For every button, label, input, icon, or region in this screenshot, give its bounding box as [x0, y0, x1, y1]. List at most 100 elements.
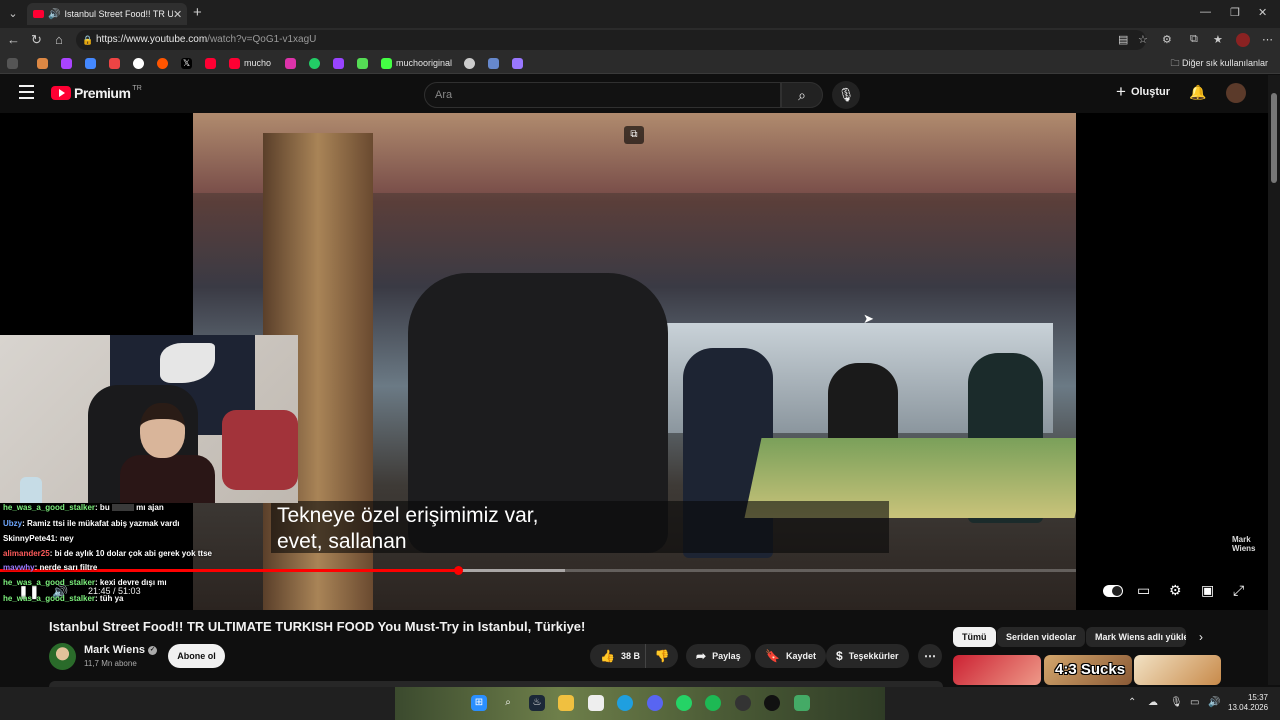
favorite-star-icon[interactable]: ☆ [1138, 33, 1148, 46]
miniplayer-icon[interactable]: ⧉ [624, 126, 644, 144]
browser-tab-youtube[interactable]: 🔊 Istanbul Street Food!! TR ULTIM ✕ [27, 3, 187, 25]
chips-next-chevron-icon[interactable]: › [1199, 630, 1203, 644]
create-button[interactable]: + Oluştur [1116, 83, 1170, 100]
split-screen-icon[interactable]: ⧉ [1190, 33, 1198, 46]
subscribe-button[interactable]: Abone ol [168, 644, 225, 668]
notifications-bell-icon[interactable]: 🔔 [1189, 84, 1206, 101]
edge-icon[interactable] [617, 695, 633, 711]
like-button[interactable]: 👍 38 B [590, 644, 646, 668]
extensions-icon[interactable]: ⚙ [1162, 33, 1172, 46]
discord-icon[interactable] [647, 695, 663, 711]
obs-icon[interactable] [735, 695, 751, 711]
app-icon[interactable] [794, 695, 810, 711]
whatsapp-icon[interactable] [676, 695, 692, 711]
spotify-icon[interactable] [705, 695, 721, 711]
system-clock[interactable]: 15:37 13.04.2026 [1228, 693, 1268, 713]
network-icon[interactable]: ▭ [1190, 697, 1199, 708]
tray-chevron-icon[interactable]: ⌃ [1128, 697, 1136, 708]
page-scrollbar[interactable] [1268, 75, 1280, 685]
x-bookmark-icon[interactable]: 𝕏 [181, 56, 196, 70]
restore-icon[interactable]: ❐ [1230, 6, 1240, 19]
chip-all[interactable]: Tümü [953, 627, 996, 647]
notepad-icon[interactable] [588, 695, 604, 711]
chip-channel-uploads[interactable]: Mark Wiens adlı yükle [1086, 627, 1186, 647]
back-arrow-icon[interactable]: ← [7, 32, 20, 48]
reload-icon[interactable]: ↻ [31, 32, 42, 48]
speaker-icon[interactable]: 🔊 [48, 9, 60, 20]
profile-avatar-icon[interactable] [1236, 33, 1250, 47]
gmail-bookmark-icon[interactable] [109, 56, 124, 70]
thanks-button[interactable]: $ Teşekkürler [826, 644, 909, 668]
account-avatar[interactable] [1226, 83, 1246, 103]
save-button[interactable]: 🔖 Kaydet [755, 644, 826, 668]
voice-search-mic-icon[interactable]: 🎙 [832, 81, 860, 109]
hamburger-menu-icon[interactable] [19, 85, 34, 103]
lock-icon: 🔒 [82, 35, 94, 45]
speaker-icon[interactable]: 🔊 [1208, 697, 1220, 708]
taskbar-search-icon[interactable]: ⌕ [500, 695, 516, 711]
whatsapp-bookmark-icon[interactable] [309, 56, 324, 70]
url-field[interactable]: 🔒 https://www.youtube.com/watch?v=QoG1-v… [76, 30, 1146, 50]
app-icon[interactable] [764, 695, 780, 711]
recommended-thumbnail[interactable] [1134, 655, 1221, 685]
file-explorer-icon[interactable] [558, 695, 574, 711]
bookmark-icon[interactable] [85, 56, 100, 70]
recommended-thumbnail[interactable] [953, 655, 1041, 685]
channel-watermark[interactable]: Mark Wiens [1232, 535, 1256, 553]
taskbar-background-art [395, 687, 885, 720]
bookmark-icon[interactable] [7, 56, 22, 70]
reader-view-icon[interactable]: ▤ [1118, 33, 1128, 46]
home-icon[interactable]: ⌂ [55, 32, 63, 48]
autoplay-toggle[interactable] [1103, 585, 1123, 597]
start-windows-icon[interactable]: ⊞ [471, 695, 487, 711]
tab-close-icon[interactable]: ✕ [173, 8, 187, 21]
reddit-bookmark-icon[interactable] [157, 56, 172, 70]
bookmark-icon[interactable] [512, 56, 527, 70]
chat-username: Ubzy [3, 519, 23, 528]
other-bookmarks-folder[interactable]: 🗀 Diğer sık kullanılanlar [1170, 56, 1268, 72]
tab-list-chevron-icon[interactable]: ⌄ [4, 5, 22, 23]
youtube-premium-logo[interactable]: Premium TR [51, 85, 142, 101]
microphone-icon[interactable]: 🎙 [1170, 697, 1183, 708]
bookmark-icon[interactable] [357, 56, 372, 70]
settings-gear-icon[interactable]: ⚙ [1169, 582, 1182, 599]
bookmark-icon[interactable] [37, 56, 52, 70]
youtube-bookmark-icon[interactable] [205, 56, 220, 70]
window-close-icon[interactable]: ✕ [1258, 6, 1267, 19]
bookmark-mucho[interactable]: mucho [229, 56, 271, 70]
share-button[interactable]: ➦ Paylaş [686, 644, 751, 668]
dislike-button[interactable]: 👎 [646, 649, 678, 663]
browser-menu-icon[interactable]: ⋯ [1262, 33, 1273, 46]
progress-bar[interactable] [0, 566, 1076, 575]
channel-name[interactable]: Mark Wiens ✓ [84, 644, 158, 656]
chip-series-videos[interactable]: Seriden videolar [997, 627, 1086, 647]
scrollbar-thumb[interactable] [1271, 93, 1277, 183]
address-bar-row: ← ↻ ⌂ 🔒 https://www.youtube.com/watch?v=… [0, 28, 1280, 52]
bookmark-icon[interactable] [464, 56, 479, 70]
super-thanks-icon: $ [836, 649, 843, 663]
search-button[interactable]: ⌕ [781, 82, 823, 108]
thumbnail-caption: 4:3 Sucks [1055, 661, 1126, 678]
thumbs-down-icon: 👎 [654, 649, 670, 663]
search-input[interactable]: Ara [424, 82, 781, 108]
chat-message: mavwhy: nerde sarı filtre [3, 563, 97, 572]
bookmark-icon[interactable] [488, 56, 503, 70]
favorites-icon[interactable]: ★ [1213, 33, 1223, 46]
webcam-bottle [20, 477, 42, 503]
channel-avatar[interactable] [49, 643, 76, 670]
tray-app-icon[interactable]: ☁ [1148, 697, 1158, 708]
new-tab-plus-icon[interactable]: + [193, 4, 202, 21]
bookmark-icon[interactable] [61, 56, 76, 70]
bookmark-muchooriginal[interactable]: muchooriginal [381, 56, 452, 70]
minimize-icon[interactable]: — [1200, 6, 1211, 18]
instagram-bookmark-icon[interactable] [285, 56, 300, 70]
twitch-bookmark-icon[interactable] [333, 56, 348, 70]
theater-mode-icon[interactable]: ▣ [1201, 582, 1214, 599]
more-dots-icon: ⋯ [924, 649, 936, 663]
more-actions-button[interactable]: ⋯ [918, 644, 942, 668]
steam-icon[interactable]: ♨ [529, 695, 545, 711]
google-bookmark-icon[interactable] [133, 56, 148, 70]
captions-icon[interactable]: ▭ [1137, 582, 1150, 599]
windows-taskbar: ⊞ ⌕ ♨ ⌃ ☁ 🎙 ▭ 🔊 [0, 687, 1280, 720]
fullscreen-icon[interactable]: ⤢ [1233, 582, 1244, 599]
